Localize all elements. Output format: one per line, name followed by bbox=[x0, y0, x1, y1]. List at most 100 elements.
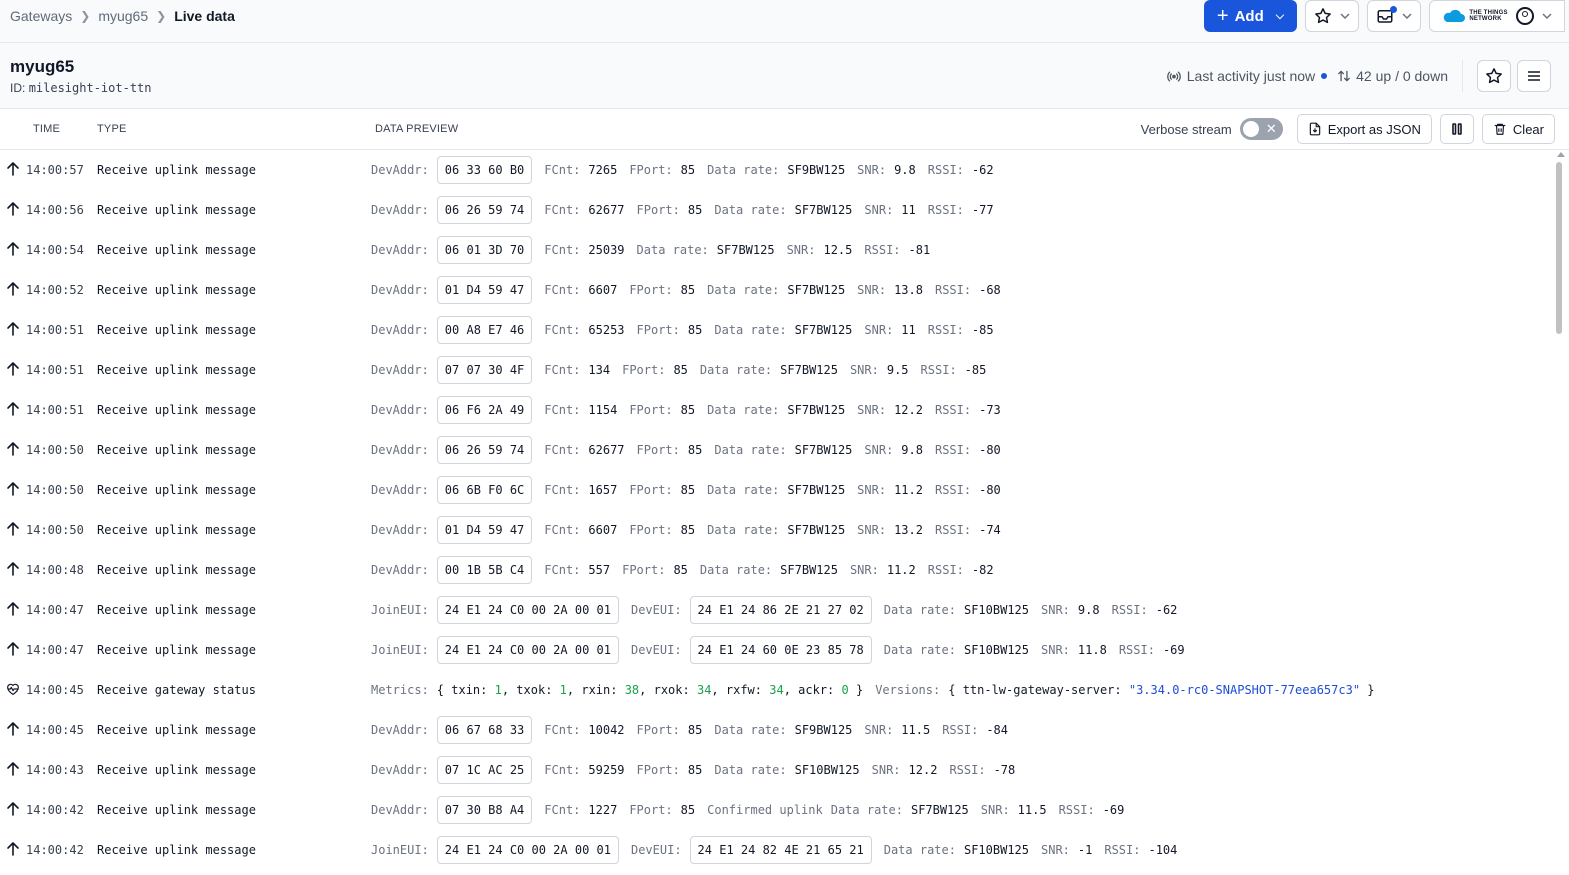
verbose-stream-toggle[interactable]: ✕ bbox=[1239, 118, 1283, 140]
clear-button[interactable]: Clear bbox=[1481, 114, 1555, 144]
pause-button[interactable] bbox=[1439, 114, 1474, 144]
table-row[interactable]: 14:00:51 Receive uplink message DevAddr: 06… bbox=[0, 390, 1553, 430]
snr-label: SNR: bbox=[871, 763, 901, 777]
data-preview: DevAddr: 01 D4 59 47 FCnt: 6607 FPort: 85 Data… bbox=[371, 515, 1013, 545]
event-time: 14:00:48 bbox=[26, 563, 84, 577]
data-rate-label: Data rate: bbox=[883, 643, 956, 657]
table-row[interactable]: 14:00:51 Receive uplink message DevAddr: 07… bbox=[0, 350, 1553, 390]
notifications-button[interactable] bbox=[1367, 0, 1421, 32]
joineui-chip[interactable]: 24 E1 24 C0 00 2A 00 01 bbox=[436, 596, 619, 624]
devaddr-chip[interactable]: 07 1C AC 25 bbox=[436, 756, 533, 784]
event-time: 14:00:42 bbox=[26, 803, 84, 817]
joineui-chip[interactable]: 24 E1 24 C0 00 2A 00 01 bbox=[436, 636, 619, 664]
table-row[interactable]: 14:00:45 Receive gateway status Metrics: { … bbox=[0, 670, 1553, 710]
fport-value: 85 bbox=[687, 203, 703, 217]
chevron-right-icon: ❯ bbox=[156, 9, 167, 23]
snr-label: SNR: bbox=[857, 283, 887, 297]
breadcrumb-gateways[interactable]: Gateways bbox=[10, 8, 72, 24]
data-rate-label: Data rate: bbox=[707, 483, 780, 497]
metric-key: ackr bbox=[798, 683, 828, 697]
devaddr-label: DevAddr: bbox=[371, 803, 429, 817]
table-row[interactable]: 14:00:43 Receive uplink message DevAddr: 07… bbox=[0, 750, 1553, 790]
devaddr-chip[interactable]: 07 30 B8 A4 bbox=[436, 796, 533, 824]
snr-value: 13.8 bbox=[894, 283, 923, 297]
fcnt-value: 134 bbox=[588, 363, 611, 377]
data-preview: DevAddr: 06 33 60 B0 FCnt: 7265 FPort: 85 Data… bbox=[371, 155, 1006, 185]
metrics-label: Metrics: bbox=[371, 683, 429, 697]
table-row[interactable]: 14:00:42 Receive uplink message DevAddr: 07… bbox=[0, 790, 1553, 830]
arrow-up-icon bbox=[5, 481, 21, 497]
fcnt-label: FCnt: bbox=[544, 283, 581, 297]
scroll-thumb[interactable] bbox=[1556, 162, 1562, 334]
table-row[interactable]: 14:00:47 Receive uplink message JoinEUI: 24… bbox=[0, 590, 1553, 630]
event-time: 14:00:51 bbox=[26, 363, 84, 377]
deveui-label: DevEUI: bbox=[630, 603, 682, 617]
devaddr-chip[interactable]: 06 33 60 B0 bbox=[436, 156, 533, 184]
devaddr-chip[interactable]: 06 67 68 33 bbox=[436, 716, 533, 744]
devaddr-chip[interactable]: 00 A8 E7 46 bbox=[436, 316, 533, 344]
deveui-chip[interactable]: 24 E1 24 82 4E 21 65 21 bbox=[689, 836, 872, 864]
devaddr-chip[interactable]: 07 07 30 4F bbox=[436, 356, 533, 384]
breadcrumb-gateway[interactable]: myug65 bbox=[98, 8, 148, 24]
data-preview: JoinEUI: 24 E1 24 C0 00 2A 00 01 DevEUI: 24… bbox=[371, 635, 1197, 665]
heart-pulse-icon bbox=[5, 681, 21, 697]
data-rate-value: SF7BW125 bbox=[910, 803, 969, 817]
table-row[interactable]: 14:00:48 Receive uplink message DevAddr: 00… bbox=[0, 550, 1553, 590]
events-toolbar: Verbose stream ✕ Export as JSON Clear bbox=[1141, 114, 1555, 144]
rssi-value: -80 bbox=[979, 483, 1001, 497]
table-row[interactable]: 14:00:45 Receive uplink message DevAddr: 06… bbox=[0, 710, 1553, 750]
table-row[interactable]: 14:00:56 Receive uplink message DevAddr: 06… bbox=[0, 190, 1553, 230]
table-row[interactable]: 14:00:42 Receive uplink message JoinEUI: 24… bbox=[0, 830, 1553, 870]
devaddr-chip[interactable]: 01 D4 59 47 bbox=[436, 276, 533, 304]
deveui-chip[interactable]: 24 E1 24 60 0E 23 85 78 bbox=[689, 636, 872, 664]
devaddr-chip[interactable]: 06 26 59 74 bbox=[436, 196, 533, 224]
menu-button[interactable] bbox=[1517, 60, 1551, 92]
devaddr-chip[interactable]: 06 01 3D 70 bbox=[436, 236, 533, 264]
table-row[interactable]: 14:00:52 Receive uplink message DevAddr: 01… bbox=[0, 270, 1553, 310]
rssi-label: RSSI: bbox=[864, 243, 901, 257]
up-down-arrows-icon bbox=[1338, 70, 1351, 82]
snr-value: 13.2 bbox=[894, 523, 923, 537]
snr-label: SNR: bbox=[857, 523, 887, 537]
devaddr-chip[interactable]: 06 26 59 74 bbox=[436, 436, 533, 464]
table-row[interactable]: 14:00:50 Receive uplink message DevAddr: 06… bbox=[0, 470, 1553, 510]
add-button[interactable]: + Add ⌵ bbox=[1204, 0, 1297, 32]
rssi-value: -73 bbox=[979, 403, 1001, 417]
table-row[interactable]: 14:00:51 Receive uplink message DevAddr: 00… bbox=[0, 310, 1553, 350]
fport-label: FPort: bbox=[636, 763, 680, 777]
metric-value: 34 bbox=[696, 683, 712, 697]
scroll-up-arrow[interactable] bbox=[1557, 152, 1565, 157]
table-row[interactable]: 14:00:57 Receive uplink message DevAddr: 06… bbox=[0, 150, 1553, 190]
fport-value: 85 bbox=[687, 443, 703, 457]
data-rate-label: Data rate: bbox=[636, 243, 709, 257]
devaddr-chip[interactable]: 06 6B F0 6C bbox=[436, 476, 533, 504]
fcnt-value: 65253 bbox=[588, 323, 625, 337]
joineui-chip[interactable]: 24 E1 24 C0 00 2A 00 01 bbox=[436, 836, 619, 864]
devaddr-label: DevAddr: bbox=[371, 763, 429, 777]
data-rate-label: Data rate: bbox=[714, 723, 787, 737]
bookmarks-button[interactable] bbox=[1305, 0, 1359, 32]
event-type: Receive uplink message bbox=[97, 803, 256, 817]
data-rate-value: SF7BW125 bbox=[780, 363, 838, 377]
devaddr-chip[interactable]: 06 F6 2A 49 bbox=[436, 396, 533, 424]
export-json-button[interactable]: Export as JSON bbox=[1296, 114, 1432, 144]
account-menu-button[interactable]: THE THINGS NETWORK bbox=[1429, 0, 1565, 32]
scrollbar[interactable] bbox=[1553, 150, 1569, 875]
table-row[interactable]: 14:00:50 Receive uplink message DevAddr: 06… bbox=[0, 430, 1553, 470]
fcnt-label: FCnt: bbox=[544, 483, 581, 497]
event-type: Receive uplink message bbox=[97, 723, 256, 737]
ttn-logo: THE THINGS NETWORK bbox=[1442, 9, 1507, 23]
table-row[interactable]: 14:00:50 Receive uplink message DevAddr: 01… bbox=[0, 510, 1553, 550]
event-time: 14:00:43 bbox=[26, 763, 84, 777]
devaddr-chip[interactable]: 00 1B 5B C4 bbox=[436, 556, 533, 584]
table-row[interactable]: 14:00:54 Receive uplink message DevAddr: 06… bbox=[0, 230, 1553, 270]
event-type: Receive uplink message bbox=[97, 563, 256, 577]
bookmark-gateway-button[interactable] bbox=[1477, 60, 1511, 92]
fport-label: FPort: bbox=[629, 483, 673, 497]
devaddr-label: DevAddr: bbox=[371, 723, 429, 737]
arrow-up-icon bbox=[5, 561, 21, 577]
devaddr-chip[interactable]: 01 D4 59 47 bbox=[436, 516, 533, 544]
table-row[interactable]: 14:00:47 Receive uplink message JoinEUI: 24… bbox=[0, 630, 1553, 670]
deveui-chip[interactable]: 24 E1 24 86 2E 21 27 02 bbox=[689, 596, 872, 624]
rssi-value: -81 bbox=[908, 243, 931, 257]
